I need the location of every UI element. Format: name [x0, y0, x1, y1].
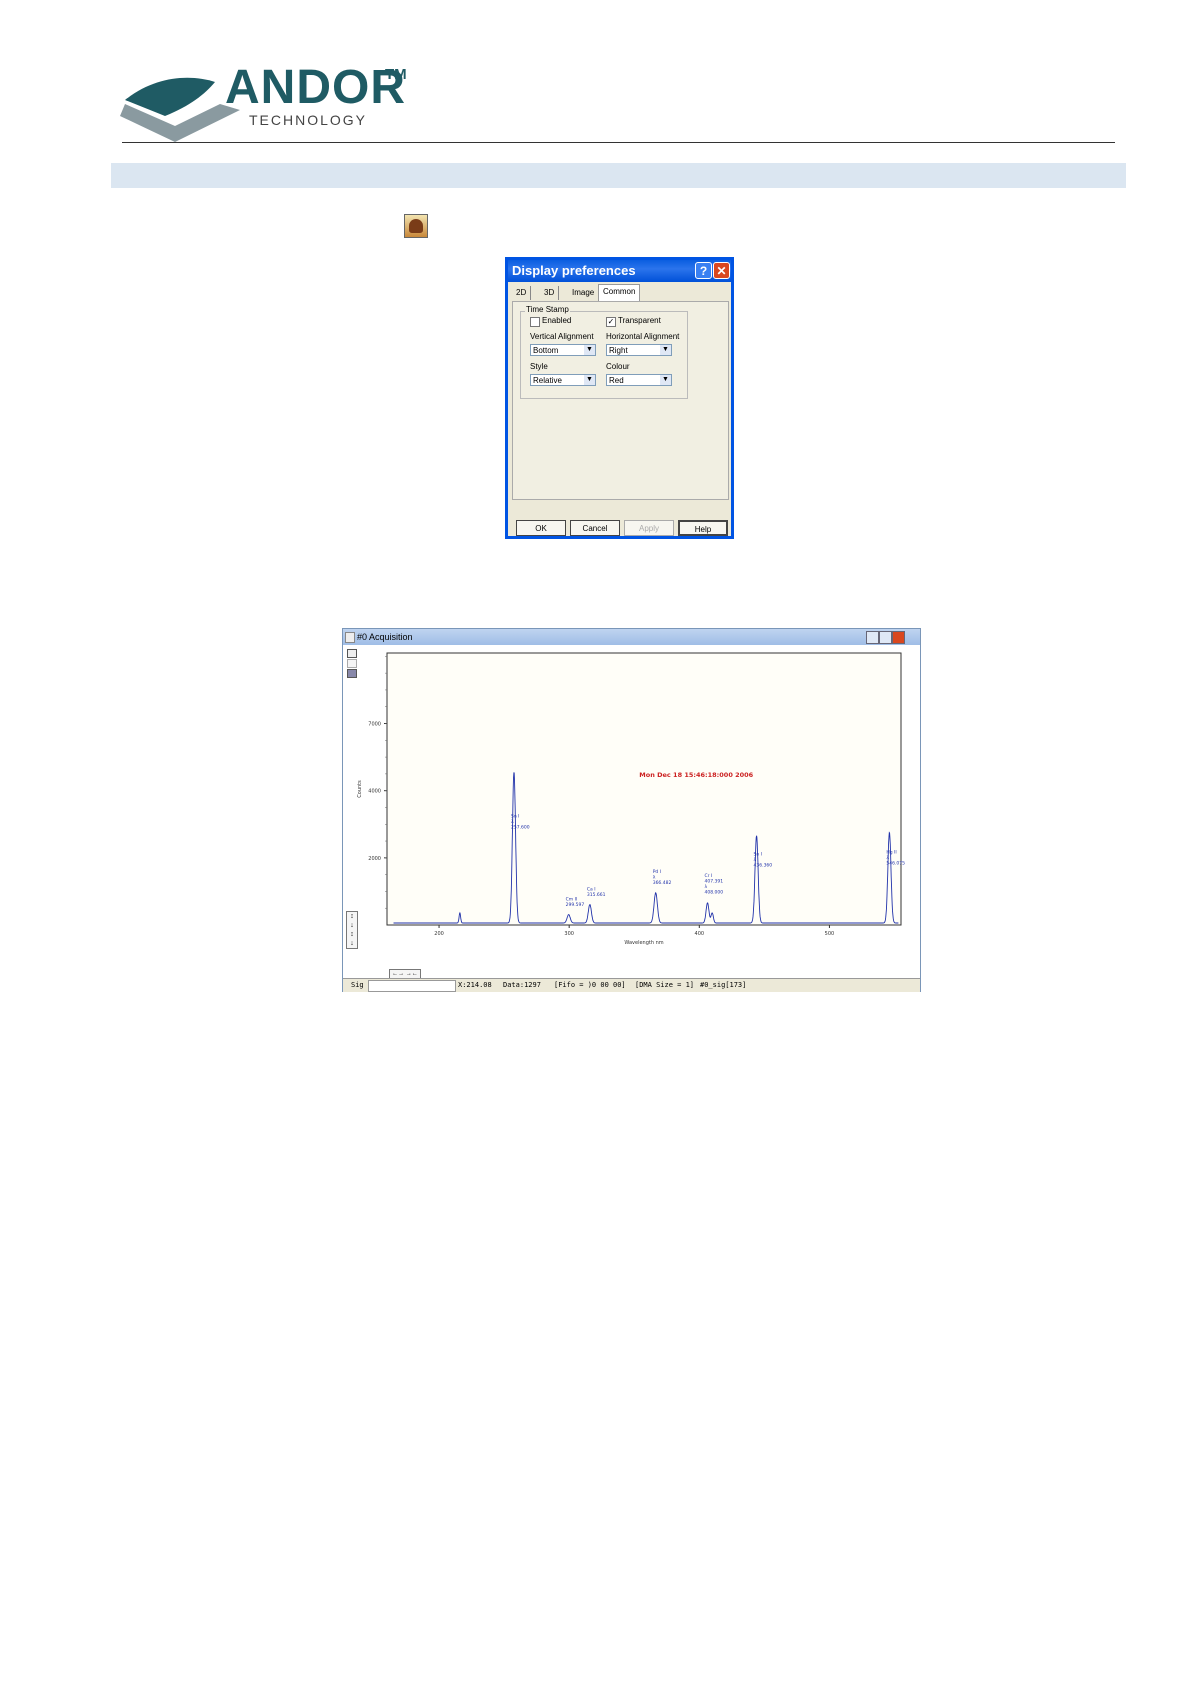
peak-label: Ca I: [587, 887, 596, 893]
colour-value: Red: [609, 376, 624, 385]
logo-subtitle: TECHNOLOGY: [249, 112, 368, 128]
style-value: Relative: [533, 376, 562, 385]
vertical-alignment-label: Vertical Alignment: [530, 332, 594, 341]
horizontal-alignment-label: Horizontal Alignment: [606, 332, 680, 341]
peak-label: 436.360: [754, 863, 773, 869]
chevron-down-icon: ▼: [584, 375, 595, 385]
peak-label: λ: [886, 855, 889, 861]
ok-button[interactable]: OK: [516, 520, 566, 536]
enabled-checkbox[interactable]: [530, 317, 540, 327]
colour-label: Colour: [606, 362, 630, 371]
preferences-icon: [409, 219, 423, 233]
peak-label: Cr I: [705, 873, 713, 879]
timestamp-overlay: Mon Dec 18 15:46:18:000 2006: [639, 771, 753, 779]
peak-label: λ: [705, 884, 708, 890]
acquisition-titlebar: #0 Acquisition: [343, 629, 920, 645]
logo-wordmark: ANDOR: [225, 61, 406, 114]
vertical-alignment-value: Bottom: [533, 346, 559, 355]
x-tick-label: 400: [695, 931, 705, 937]
tab-image[interactable]: Image: [568, 286, 600, 300]
tab-2d[interactable]: 2D: [512, 286, 532, 300]
window-menu-icon[interactable]: [345, 632, 355, 643]
peak-label: 408.000: [705, 889, 724, 895]
plot-area: [386, 652, 902, 926]
close-icon[interactable]: [892, 631, 905, 644]
style-label: Style: [530, 362, 548, 371]
peak-label: Pd I: [653, 869, 661, 875]
transparent-checkbox[interactable]: ✓: [606, 317, 616, 327]
y-tick-label: 7000: [368, 722, 381, 728]
colour-select[interactable]: Red ▼: [606, 374, 672, 386]
section-heading-band: [111, 163, 1126, 188]
chevron-down-icon: ▼: [660, 375, 671, 385]
style-select[interactable]: Relative ▼: [530, 374, 596, 386]
display-preferences-toolbar-icon[interactable]: [404, 214, 428, 238]
x-tick-label: 300: [564, 931, 574, 937]
x-tick-label: 200: [434, 931, 444, 937]
peak-label: 407.391: [705, 878, 724, 884]
x-tick-label: 500: [825, 931, 835, 937]
y-axis-label: Counts: [357, 780, 363, 798]
close-icon[interactable]: ✕: [713, 262, 730, 279]
peak-label: 546.075: [886, 861, 905, 867]
peak-label: Cm II: [566, 897, 578, 903]
logo-trademark: TM: [385, 66, 407, 83]
display-preferences-dialog: Display preferences ? ✕ 2D 3D Image Comm…: [505, 257, 734, 539]
maximize-icon[interactable]: [879, 631, 892, 644]
chevron-down-icon: ▼: [660, 345, 671, 355]
acquisition-window: #0 Acquisition ↕ ↓ ↕ ↓ ←→ →← 200 300 400 500 20…: [342, 628, 921, 992]
header-divider: [122, 142, 1115, 143]
x-axis-label: Wavelength nm: [624, 940, 663, 946]
status-sig-id: #0_sig[173]: [700, 981, 747, 989]
peak-label: Sn I: [754, 852, 762, 858]
vertical-alignment-select[interactable]: Bottom ▼: [530, 344, 596, 356]
status-fifo: [Fifo = )0 00 00]: [554, 981, 626, 989]
y-tick-label: 4000: [368, 789, 381, 795]
status-bar: Sig X:214.08 Data:1297 [Fifo = )0 00 00]…: [343, 978, 920, 992]
peak-label: λ: [754, 857, 757, 863]
apply-button[interactable]: Apply: [624, 520, 674, 536]
spectrum-chart: 200 300 400 500 2000 4000 7000 Wavelength nm Cou…: [357, 652, 905, 946]
horizontal-alignment-select[interactable]: Right ▼: [606, 344, 672, 356]
peak-label: 366.482: [653, 880, 672, 886]
status-sig: Sig: [351, 981, 364, 989]
peak-label: 315.661: [587, 892, 606, 898]
y-tick-label: 2000: [368, 856, 381, 862]
chevron-down-icon: ▼: [584, 345, 595, 355]
tab-3d[interactable]: 3D: [540, 286, 560, 300]
cancel-button[interactable]: Cancel: [570, 520, 620, 536]
enabled-label: Enabled: [542, 316, 572, 325]
time-stamp-label: Time Stamp: [525, 305, 570, 314]
status-x: X:214.08: [458, 981, 492, 989]
status-sig-field: [368, 980, 456, 992]
peak-label: 257.600: [511, 824, 530, 830]
status-dma: [DMA Size = 1]: [635, 981, 695, 989]
help-button[interactable]: Help: [678, 520, 728, 536]
peak-label: λ: [653, 874, 656, 880]
status-data: Data:1297: [503, 981, 541, 989]
peak-label: λ: [511, 819, 514, 825]
tab-common[interactable]: Common: [598, 284, 641, 301]
minimize-icon[interactable]: [866, 631, 879, 644]
help-icon[interactable]: ?: [695, 262, 712, 279]
acquisition-title: #0 Acquisition: [357, 632, 413, 642]
peak-label: 299.597: [566, 902, 585, 908]
transparent-label: Transparent: [618, 316, 661, 325]
horizontal-alignment-value: Right: [609, 346, 628, 355]
peak-label: Hg II: [886, 850, 896, 856]
peak-label: Sn I: [511, 813, 519, 819]
